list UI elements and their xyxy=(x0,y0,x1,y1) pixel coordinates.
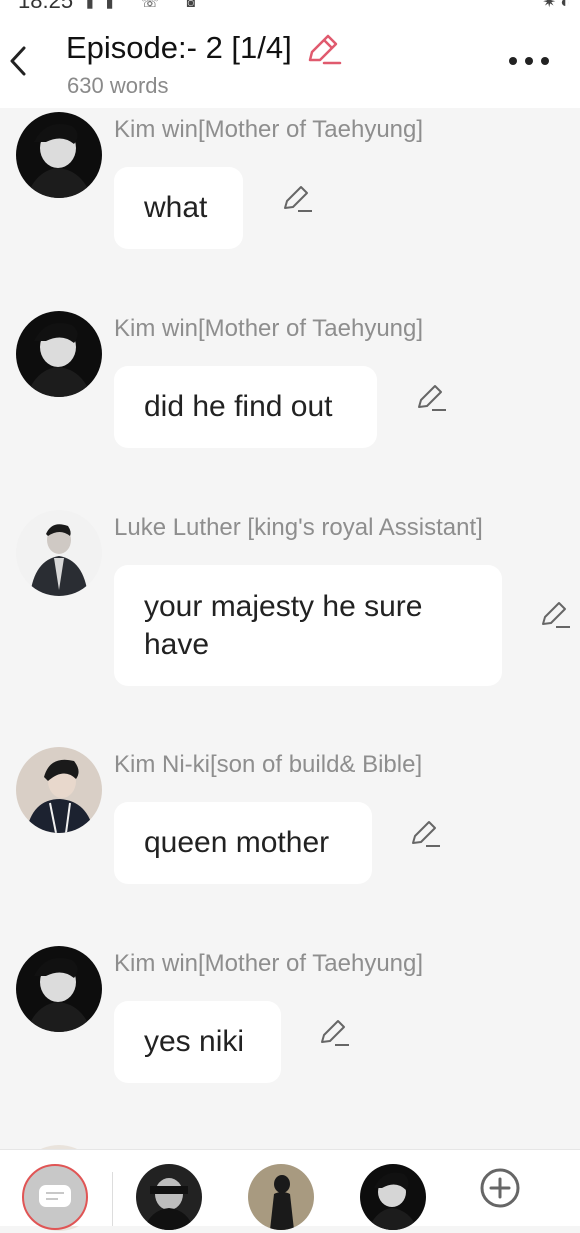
status-battery-icons: ✷ ◐ xyxy=(542,0,570,11)
edit-message-icon[interactable] xyxy=(319,1018,351,1048)
message-text: what xyxy=(144,191,208,224)
status-bar: 18:25 ▮▮ ☏ ◙ ✷ ◐ xyxy=(0,0,580,14)
edit-message-icon[interactable] xyxy=(282,184,314,214)
add-character-icon[interactable] xyxy=(479,1167,521,1209)
word-count: 630 words xyxy=(67,73,169,98)
avatar[interactable] xyxy=(16,747,102,833)
avatar[interactable] xyxy=(16,946,102,1032)
message-text: queen mother xyxy=(144,826,330,859)
message-bubble[interactable]: what xyxy=(114,167,243,249)
toolbar-divider xyxy=(112,1172,113,1226)
edit-title-icon[interactable] xyxy=(306,32,342,66)
edit-message-icon[interactable] xyxy=(540,600,572,630)
sender-name: Kim win[Mother of Taehyung] xyxy=(114,315,424,342)
message-text: your majesty he sure have xyxy=(144,589,423,661)
sender-name: Kim Ni-ki[son of build& Bible] xyxy=(114,751,423,778)
back-arrow-icon[interactable] xyxy=(6,44,32,78)
character-1-avatar[interactable] xyxy=(136,1164,202,1230)
avatar[interactable] xyxy=(16,510,102,596)
edit-message-icon[interactable] xyxy=(416,383,448,413)
character-3-avatar[interactable] xyxy=(360,1164,426,1230)
message-text: did he find out xyxy=(144,390,333,423)
character-2-avatar[interactable] xyxy=(248,1164,314,1230)
chat-bubble-icon xyxy=(39,1185,71,1207)
status-signal-icons: ▮▮ ☏ ◙ xyxy=(86,0,208,10)
more-options-icon[interactable] xyxy=(505,52,553,70)
sender-name: Luke Luther [king's royal Assistant] xyxy=(114,514,483,541)
episode-header: Episode:- 2 [1/4] 630 words xyxy=(0,14,580,108)
sender-name: Kim win[Mother of Taehyung] xyxy=(114,950,424,977)
message-bubble[interactable]: your majesty he sure have xyxy=(114,565,502,686)
status-time: 18:25 xyxy=(18,0,74,13)
bottom-toolbar xyxy=(0,1149,580,1230)
message-bubble[interactable]: queen mother xyxy=(114,802,372,884)
message-text: yes niki xyxy=(144,1025,245,1058)
avatar[interactable] xyxy=(16,311,102,397)
edit-message-icon[interactable] xyxy=(410,819,442,849)
message-bubble[interactable]: did he find out xyxy=(114,366,377,448)
avatar[interactable] xyxy=(16,112,102,198)
episode-title: Episode:- 2 [1/4] xyxy=(66,30,292,65)
chat-bubble-button[interactable] xyxy=(22,1164,88,1230)
sender-name: Kim win[Mother of Taehyung] xyxy=(114,116,424,143)
message-bubble[interactable]: yes niki xyxy=(114,1001,281,1083)
